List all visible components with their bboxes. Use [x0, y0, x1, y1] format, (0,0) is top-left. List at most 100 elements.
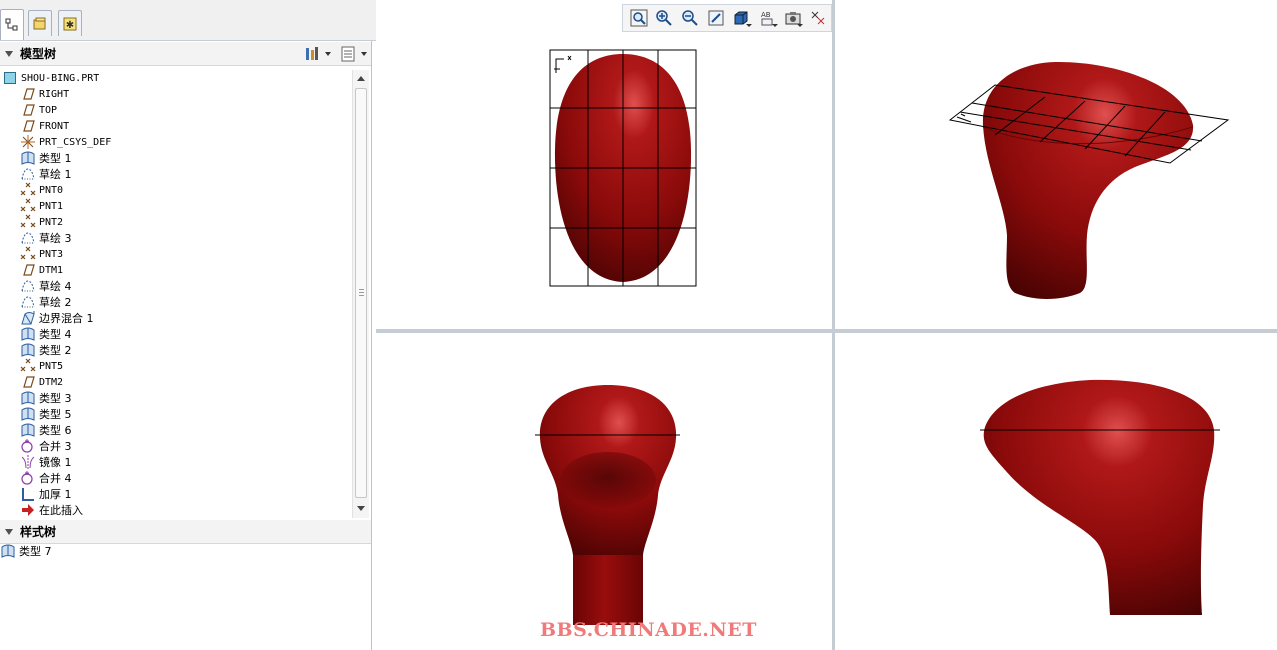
datum-plane-icon	[20, 102, 36, 118]
sketch-icon	[20, 166, 36, 182]
tree-item[interactable]: 合并 4	[20, 470, 72, 486]
scroll-up-button[interactable]	[353, 70, 369, 86]
sketch-icon	[20, 278, 36, 294]
tree-item-label: PRT_CSYS_DEF	[39, 136, 112, 148]
tree-item[interactable]: 类型 4	[20, 326, 72, 342]
tree-item[interactable]: 草绘 3	[20, 230, 72, 246]
annotation-display-button[interactable]: AB	[754, 6, 780, 30]
saved-orientations-button[interactable]	[780, 6, 806, 30]
tree-item[interactable]: PNT3	[20, 246, 63, 262]
tree-item[interactable]: 加厚 1	[20, 486, 72, 502]
style-surface-icon	[20, 326, 36, 342]
merge-icon	[20, 438, 36, 454]
settings-dropdown-icon[interactable]	[325, 52, 331, 56]
scroll-down-icon	[357, 506, 365, 511]
tree-item[interactable]: 类型 1	[20, 150, 72, 166]
tree-item-label: PNT3	[39, 248, 64, 260]
tree-item-label: 合并 3	[39, 440, 72, 453]
show-options-icon[interactable]	[339, 45, 357, 63]
zoom-in-icon	[656, 10, 673, 26]
tree-item-label: 草绘 3	[39, 232, 72, 245]
tree-item-label: SHOU-BING.PRT	[21, 72, 100, 84]
tree-item[interactable]: 草绘 2	[20, 294, 72, 310]
collapse-arrow-icon	[5, 50, 13, 57]
tree-item[interactable]: 草绘 4	[20, 278, 72, 294]
zoom-out-button[interactable]	[677, 6, 703, 30]
tree-item[interactable]: FRONT	[20, 118, 69, 134]
style-surface-icon	[0, 543, 16, 559]
graphics-toolbar: AB	[622, 4, 832, 32]
tree-root-part[interactable]: SHOU-BING.PRT	[2, 70, 99, 86]
folder-icon	[33, 17, 46, 29]
tab-folder-browser[interactable]	[28, 10, 52, 36]
repaint-button[interactable]	[703, 6, 729, 30]
tree-item-label: 草绘 4	[39, 280, 72, 293]
tree-item[interactable]: PNT1	[20, 198, 63, 214]
tree-item[interactable]: PNT0	[20, 182, 63, 198]
datum-point-icon	[20, 214, 36, 230]
style-tree-item[interactable]: 类型 7	[0, 543, 52, 559]
style-surface-icon	[20, 422, 36, 438]
tree-item[interactable]: 镜像 1	[20, 454, 72, 470]
viewport-top-view[interactable]	[540, 40, 710, 300]
tree-item[interactable]: TOP	[20, 102, 57, 118]
navigator-panel: ✱ 模型树 SHOU-BING.PRT RIGHT TOP FRONT PRT_…	[0, 0, 376, 650]
show-dropdown-icon[interactable]	[361, 52, 367, 56]
thicken-icon	[20, 486, 36, 502]
tree-item[interactable]: PNT5	[20, 358, 63, 374]
tree-item-label: 镜像 1	[39, 456, 72, 469]
repaint-icon	[708, 10, 724, 26]
model-tree-header[interactable]: 模型树	[0, 42, 371, 66]
tree-item[interactable]: DTM1	[20, 262, 63, 278]
datum-point-icon	[20, 182, 36, 198]
tree-item[interactable]: PRT_CSYS_DEF	[20, 134, 111, 150]
style-tree-header[interactable]: 样式树	[0, 520, 371, 544]
display-style-button[interactable]	[729, 6, 755, 30]
tree-item[interactable]: RIGHT	[20, 86, 69, 102]
tree-item[interactable]: 边界混合 1	[20, 310, 94, 326]
tree-item[interactable]: PNT2	[20, 214, 63, 230]
zoom-in-button[interactable]	[652, 6, 678, 30]
tree-item[interactable]: 类型 2	[20, 342, 72, 358]
datum-display-icon	[811, 11, 825, 25]
coordinate-axis-icon	[956, 113, 972, 123]
scroll-down-button[interactable]	[353, 501, 369, 517]
insert-here-arrow-icon	[20, 502, 36, 518]
tree-item[interactable]: 类型 3	[20, 390, 72, 406]
viewport-isometric-view[interactable]	[945, 55, 1235, 305]
tab-model-tree[interactable]	[0, 9, 24, 40]
settings-tools-icon[interactable]	[303, 45, 321, 63]
tab-favorites[interactable]: ✱	[58, 10, 82, 36]
style-surface-icon	[20, 406, 36, 422]
tree-item[interactable]: 合并 3	[20, 438, 72, 454]
tree-item[interactable]: 在此插入	[20, 502, 83, 518]
tree-item-label: 类型 6	[39, 424, 72, 437]
sketch-icon	[20, 294, 36, 310]
datum-plane-icon	[20, 86, 36, 102]
model-tree-title: 模型树	[20, 47, 57, 61]
tree-item-label: 类型 4	[39, 328, 72, 341]
handle-side-silhouette	[983, 379, 1215, 615]
svg-text:AB: AB	[761, 11, 771, 19]
viewport-divider-vertical[interactable]	[832, 0, 835, 650]
tree-item[interactable]: DTM2	[20, 374, 63, 390]
tree-item-label: 类型 7	[19, 545, 52, 558]
tree-item[interactable]: 草绘 1	[20, 166, 72, 182]
viewport-side-view[interactable]	[975, 375, 1225, 620]
tree-item-label: 类型 1	[39, 152, 72, 165]
sketch-icon	[20, 230, 36, 246]
tree-item[interactable]: 类型 5	[20, 406, 72, 422]
viewport-front-view[interactable]	[530, 380, 690, 625]
tree-item[interactable]: 类型 6	[20, 422, 72, 438]
scroll-thumb[interactable]	[355, 88, 367, 498]
zoom-out-icon	[682, 10, 698, 26]
model-tree-scrollbar[interactable]	[352, 70, 369, 518]
tree-item-label: DTM2	[39, 376, 64, 388]
tree-item-label: 加厚 1	[39, 488, 72, 501]
tree-item-label: PNT2	[39, 216, 64, 228]
datum-display-button[interactable]	[805, 6, 831, 30]
viewport-divider-horizontal[interactable]	[376, 329, 1277, 333]
coordinate-system-icon	[20, 134, 36, 150]
refit-button[interactable]	[626, 6, 652, 30]
style-tree-title: 样式树	[20, 525, 57, 539]
